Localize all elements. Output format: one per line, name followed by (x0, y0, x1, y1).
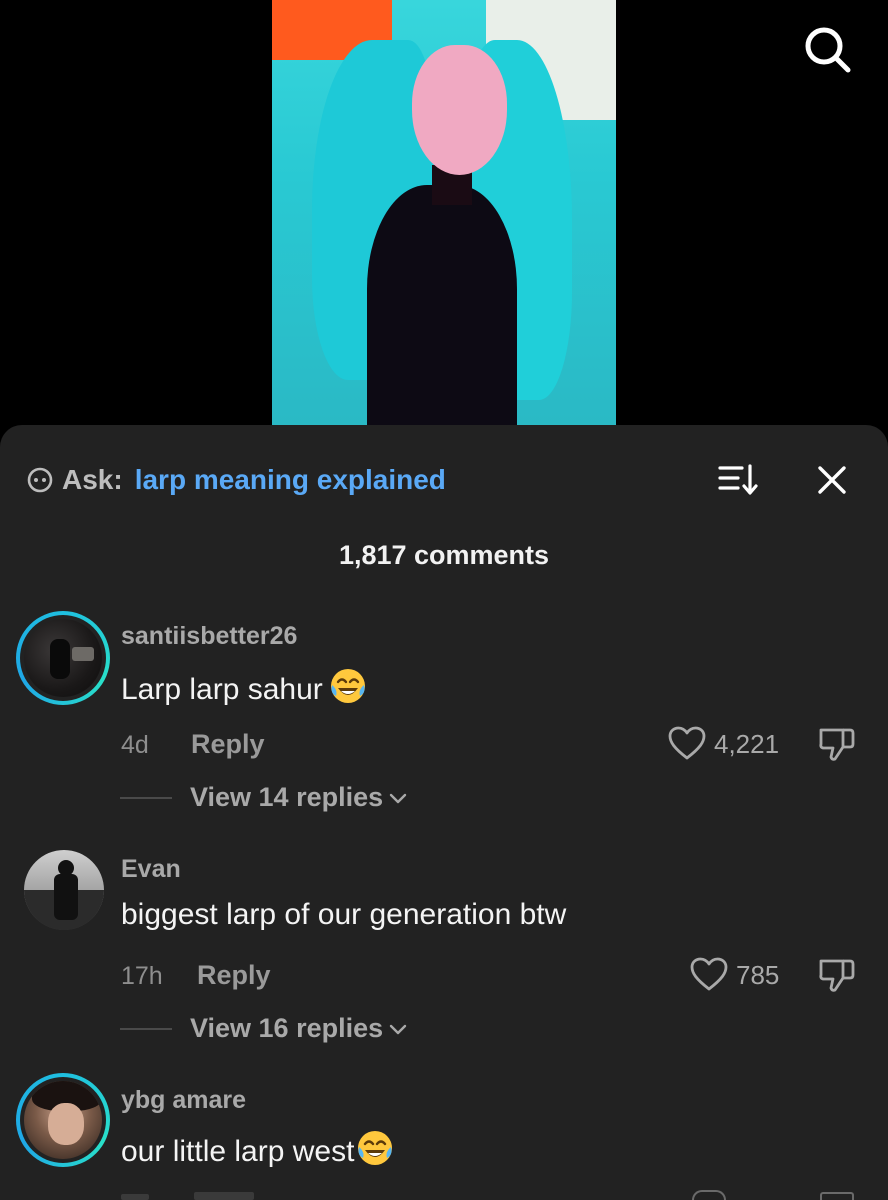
view-replies-button[interactable]: View 16 replies (120, 1013, 409, 1044)
dislike-icon (819, 959, 855, 992)
replies-divider (120, 796, 172, 799)
comment-count: 1,817 comments (338, 540, 550, 570)
face-with-tears-of-joy-icon (330, 669, 365, 703)
comment-text-content: Larp larp sahur (121, 673, 323, 706)
comment-username[interactable]: ybg amare (121, 1086, 246, 1115)
replies-divider (120, 1027, 172, 1030)
ask-suggestion[interactable]: Ask: larp meaning explained (26, 462, 446, 498)
close-icon (818, 466, 846, 494)
sort-icon (718, 464, 758, 495)
ai-assistant-icon (27, 467, 53, 493)
video-figure-body (367, 185, 517, 440)
comment-username[interactable]: Evan (121, 855, 181, 884)
sort-button[interactable] (716, 462, 760, 498)
video-figure-face (412, 45, 507, 175)
reply-button[interactable]: Reply (191, 729, 265, 760)
video-player[interactable] (0, 0, 888, 440)
dislike-button[interactable] (818, 725, 856, 763)
reply-button[interactable]: Reply (197, 960, 271, 991)
comment-text-content: our little larp west (121, 1135, 355, 1168)
close-button[interactable] (814, 460, 850, 500)
heart-icon (668, 726, 706, 760)
like-button[interactable]: 785 (690, 955, 779, 995)
search-button[interactable] (800, 22, 856, 78)
view-replies-label: View 16 replies (190, 1013, 384, 1043)
comment-text: our little larp west (121, 1129, 394, 1169)
view-replies-button[interactable]: View 14 replies (120, 782, 409, 813)
comment-timestamp: 17h (121, 962, 163, 990)
avatar[interactable] (16, 611, 110, 705)
dislike-icon (819, 728, 855, 761)
like-button[interactable]: 4,221 (668, 724, 779, 764)
ask-query-link[interactable]: larp meaning explained (135, 464, 446, 496)
like-count: 785 (736, 959, 780, 990)
avatar[interactable] (24, 850, 104, 930)
avatar-image (24, 619, 102, 697)
chevron-down-icon (389, 1024, 407, 1034)
chevron-down-icon (389, 793, 407, 803)
avatar[interactable] (16, 1073, 110, 1167)
face-with-tears-of-joy-icon (358, 1131, 393, 1165)
like-count: 4,221 (714, 728, 780, 759)
ask-label: Ask: (62, 464, 123, 495)
dislike-button[interactable] (818, 956, 856, 994)
avatar-image (24, 850, 104, 930)
search-icon (805, 27, 851, 73)
view-replies-label: View 14 replies (190, 782, 384, 812)
video-frame[interactable] (272, 0, 616, 440)
comment-text: biggest larp of our generation btw (121, 898, 567, 931)
comment-meta-row-partial (0, 1190, 888, 1200)
comment-timestamp: 4d (121, 731, 149, 759)
heart-icon (690, 957, 728, 991)
comment-text: Larp larp sahur (121, 667, 367, 707)
avatar-image (24, 1081, 102, 1159)
comment-username[interactable]: santiisbetter26 (121, 622, 297, 651)
